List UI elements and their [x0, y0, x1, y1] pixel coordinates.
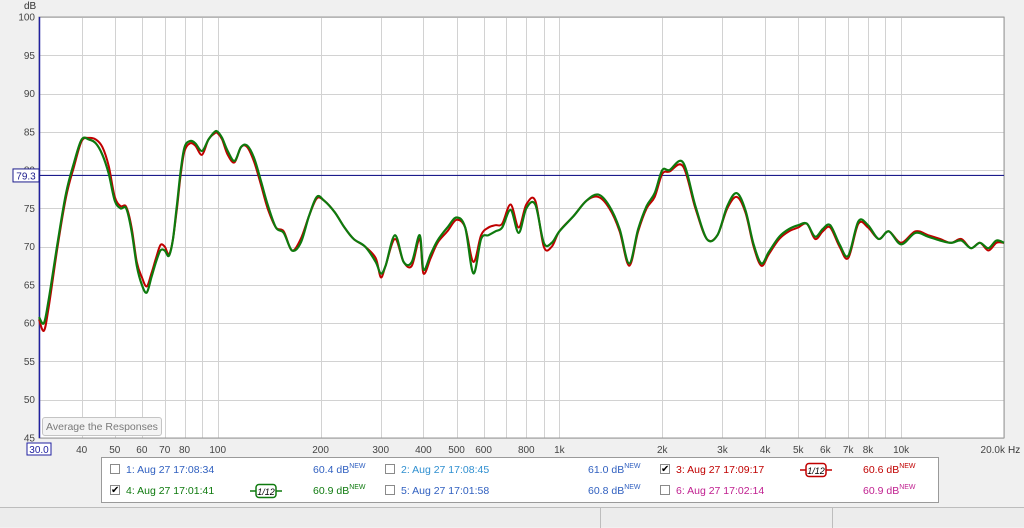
legend-label: 1: Aug 27 17:08:34 [126, 464, 215, 476]
legend-value-badge: NEW [899, 463, 916, 470]
x-axis-unit-label: Hz [1008, 445, 1020, 456]
y-tick-label: 65 [24, 280, 36, 291]
legend-value-badge: NEW [349, 484, 366, 491]
legend-checkbox[interactable] [660, 485, 670, 495]
x-tick-label: 4k [760, 445, 772, 456]
status-divider [600, 508, 601, 528]
x-tick-label: 600 [475, 445, 492, 456]
x-tick-start-box: 30.0 [26, 442, 52, 456]
average-responses-button[interactable]: Average the Responses [42, 417, 162, 436]
y-tick-label: 55 [24, 357, 36, 368]
x-tick-label: 60 [136, 445, 148, 456]
measurement-legend: 1: Aug 27 17:08:34 60.4 dBNEW 2: Aug 27 17… [101, 457, 939, 503]
smoothing-label: 1/12 [257, 487, 275, 497]
y-tick-label: 50 [24, 395, 36, 406]
smoothing-label: 1/12 [807, 466, 825, 476]
frequency-response-chart: dB 1009590858075706560555045 30.04050607… [12, 1, 1020, 456]
x-tick-label: 30.0 [29, 445, 49, 456]
status-divider [832, 508, 833, 528]
x-tick-label: 70 [159, 445, 171, 456]
x-tick-label: 10k [893, 445, 910, 456]
x-tick-label: 500 [448, 445, 465, 456]
x-tick-labels: 30.0 40 50 60 70 80 100 200 300 400 500 600 800 1k 2k 3… [26, 442, 1006, 456]
status-bar [0, 507, 1024, 528]
legend-label: 4: Aug 27 17:01:41 [126, 485, 215, 497]
legend-value: 60.9 dBNEW [863, 484, 916, 497]
legend-value: 61.0 dBNEW [588, 463, 641, 476]
x-tick-label: 7k [843, 445, 855, 456]
legend-checkbox[interactable]: ✔ [660, 464, 670, 475]
x-tick-label: 3k [717, 445, 729, 456]
legend-value-badge: NEW [624, 463, 641, 470]
x-tick-label: 800 [518, 445, 535, 456]
legend-value: 60.4 dBNEW [313, 463, 366, 476]
legend-checkbox[interactable] [385, 485, 395, 495]
x-tick-label: 5k [793, 445, 805, 456]
legend-value: 60.9 dBNEW [313, 484, 366, 497]
legend-item: 2: Aug 27 17:08:45 61.0 dBNEW [385, 462, 655, 478]
legend-value-badge: NEW [624, 484, 641, 491]
smoothing-icon[interactable]: 1/12 [250, 483, 282, 499]
y-tick-label: 95 [24, 51, 36, 62]
x-tick-label: 40 [76, 445, 88, 456]
legend-label: 5: Aug 27 17:01:58 [401, 485, 490, 497]
legend-item: ✔ 3: Aug 27 17:09:17 1/12 60.6 dBNEW [660, 462, 930, 478]
legend-value-badge: NEW [349, 463, 366, 470]
y-tick-label: 70 [24, 242, 36, 253]
legend-checkbox[interactable]: ✔ [110, 485, 120, 496]
legend-value: 60.6 dBNEW [863, 463, 916, 476]
x-tick-label: 6k [820, 445, 832, 456]
y-axis-unit-label: dB [24, 1, 37, 12]
x-tick-label: 300 [372, 445, 389, 456]
legend-label: 6: Aug 27 17:02:14 [676, 485, 765, 497]
legend-checkbox[interactable] [385, 464, 395, 474]
legend-item: 5: Aug 27 17:01:58 60.8 dBNEW [385, 483, 655, 499]
x-tick-label: 80 [179, 445, 191, 456]
x-tick-label: 8k [863, 445, 875, 456]
y-tick-label: 90 [24, 89, 36, 100]
y-tick-label: 100 [18, 13, 35, 24]
legend-label: 3: Aug 27 17:09:17 [676, 464, 765, 476]
x-tick-label: 50 [109, 445, 121, 456]
y-tick-label: 60 [24, 319, 36, 330]
reference-label: 79.3 [16, 171, 36, 182]
x-tick-label: 2k [657, 445, 669, 456]
legend-item: 6: Aug 27 17:02:14 60.9 dBNEW [660, 483, 930, 499]
legend-label: 2: Aug 27 17:08:45 [401, 464, 490, 476]
legend-item: ✔ 4: Aug 27 17:01:41 1/12 60.9 dBNEW [110, 483, 380, 499]
y-tick-label: 85 [24, 127, 36, 138]
x-tick-label: 200 [312, 445, 329, 456]
smoothing-icon[interactable]: 1/12 [800, 462, 832, 478]
y-tick-label: 75 [24, 204, 36, 215]
x-tick-label: 100 [209, 445, 226, 456]
y-tick-labels: 1009590858075706560555045 [18, 13, 35, 445]
legend-value-badge: NEW [899, 484, 916, 491]
x-tick-label: 400 [415, 445, 432, 456]
x-tick-label: 1k [554, 445, 566, 456]
legend-checkbox[interactable] [110, 464, 120, 474]
legend-item: 1: Aug 27 17:08:34 60.4 dBNEW [110, 462, 380, 478]
legend-value: 60.8 dBNEW [588, 484, 641, 497]
x-tick-label: 20.0k [981, 445, 1006, 456]
